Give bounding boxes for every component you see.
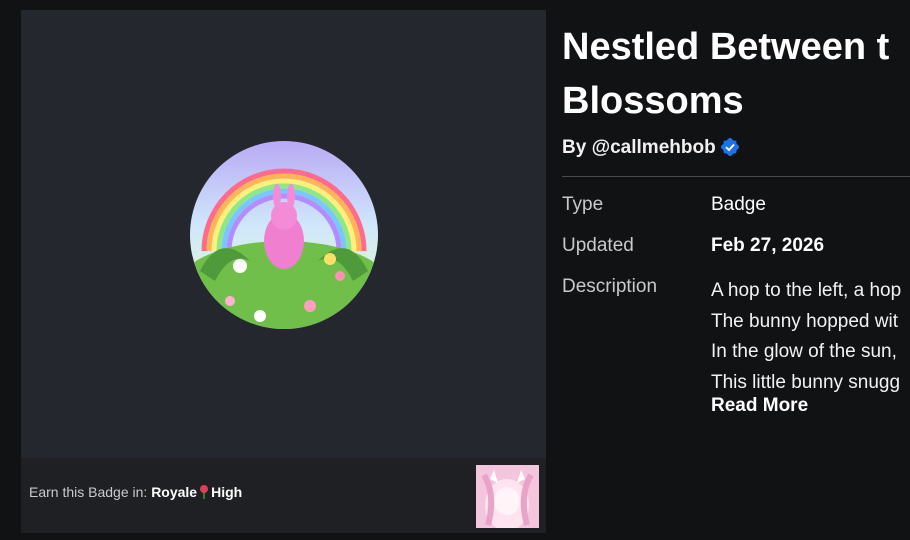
game-name-part1: Royale — [151, 484, 198, 500]
title-line-2: Blossoms — [562, 80, 744, 122]
earn-badge-text: Earn this Badge in: Royale High — [29, 484, 242, 500]
updated-label: Updated — [562, 235, 634, 256]
page-title: Nestled Between t Blossoms — [562, 20, 910, 128]
type-label: Type — [562, 194, 604, 215]
earn-prefix: Earn this Badge in: — [29, 484, 148, 500]
description-line: A hop to the left, a hop — [711, 280, 902, 301]
creator-link[interactable]: @callmehbob — [592, 137, 716, 158]
game-name-part2: High — [211, 484, 243, 500]
rose-icon — [200, 485, 209, 499]
description-line: The bunny hopped wit — [711, 310, 898, 332]
title-line-1: Nestled Between t — [562, 26, 890, 68]
game-thumbnail[interactable] — [476, 465, 539, 528]
game-link[interactable]: Royale High — [151, 484, 242, 500]
description-label: Description — [562, 276, 658, 297]
description-line: In the glow of the sun, — [711, 341, 897, 362]
badge-image-panel: Earn this Badge in: Royale High — [21, 10, 546, 533]
divider — [562, 176, 910, 177]
description-line: This little bunny snugg — [711, 371, 901, 393]
updated-value: Feb 27, 2026 — [711, 235, 825, 256]
badge-icon-image — [190, 141, 378, 329]
earn-badge-bar: Earn this Badge in: Royale High — [21, 458, 546, 533]
by-label: By — [562, 137, 587, 158]
badge-image-area — [21, 10, 546, 458]
creator-byline: By @callmehbob — [562, 137, 739, 159]
type-value: Badge — [711, 194, 766, 215]
verified-badge-icon — [720, 138, 739, 156]
description-text: A hop to the left, a hop The bunny hoppe… — [711, 276, 910, 398]
read-more-link[interactable]: Read More — [711, 395, 808, 417]
